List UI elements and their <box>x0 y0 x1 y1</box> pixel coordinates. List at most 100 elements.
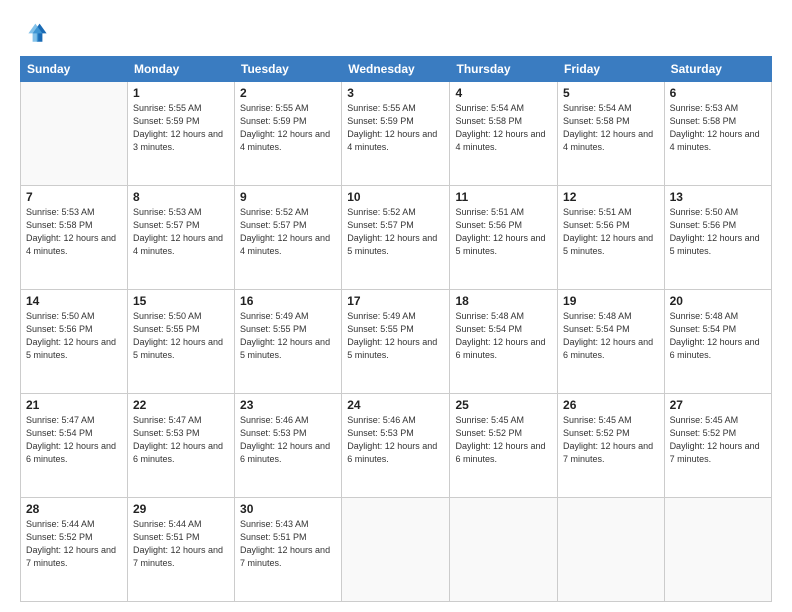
calendar: SundayMondayTuesdayWednesdayThursdayFrid… <box>20 56 772 602</box>
day-info: Sunrise: 5:51 AM Sunset: 5:56 PM Dayligh… <box>563 206 659 258</box>
day-info: Sunrise: 5:50 AM Sunset: 5:56 PM Dayligh… <box>670 206 766 258</box>
day-number: 15 <box>133 294 229 308</box>
day-number: 3 <box>347 86 444 100</box>
day-info: Sunrise: 5:47 AM Sunset: 5:54 PM Dayligh… <box>26 414 122 466</box>
day-number: 23 <box>240 398 336 412</box>
day-info: Sunrise: 5:50 AM Sunset: 5:56 PM Dayligh… <box>26 310 122 362</box>
day-info: Sunrise: 5:54 AM Sunset: 5:58 PM Dayligh… <box>563 102 659 154</box>
day-number: 4 <box>455 86 552 100</box>
logo-icon <box>20 18 48 46</box>
calendar-week-row: 7 Sunrise: 5:53 AM Sunset: 5:58 PM Daylig… <box>21 186 772 290</box>
col-header-sunday: Sunday <box>21 57 128 82</box>
col-header-wednesday: Wednesday <box>342 57 450 82</box>
calendar-cell: 17Sunrise: 5:49 AM Sunset: 5:55 PM Dayli… <box>342 290 450 394</box>
day-info: Sunrise: 5:53 AM Sunset: 5:57 PM Dayligh… <box>133 206 229 258</box>
calendar-week-row: 14 Sunrise: 5:50 AM Sunset: 5:56 PM Dayli… <box>21 290 772 394</box>
calendar-cell: 20Sunrise: 5:48 AM Sunset: 5:54 PM Dayli… <box>664 290 771 394</box>
day-info: Sunrise: 5:55 AM Sunset: 5:59 PM Dayligh… <box>347 102 444 154</box>
day-info: Sunrise: 5:50 AM Sunset: 5:55 PM Dayligh… <box>133 310 229 362</box>
day-info: Sunrise: 5:44 AM Sunset: 5:52 PM Dayligh… <box>26 518 122 570</box>
calendar-cell: 23 Sunrise: 5:46 AM Sunset: 5:53 PM Dayli… <box>235 394 342 498</box>
calendar-cell <box>450 498 558 602</box>
day-number: 11 <box>455 190 552 204</box>
day-info: Sunrise: 5:48 AM Sunset: 5:54 PM Dayligh… <box>455 310 552 362</box>
day-number: 22 <box>133 398 229 412</box>
day-number: 30 <box>240 502 336 516</box>
calendar-cell: 4Sunrise: 5:54 AM Sunset: 5:58 PM Daylig… <box>450 82 558 186</box>
calendar-week-row: 28 Sunrise: 5:44 AM Sunset: 5:52 PM Dayli… <box>21 498 772 602</box>
calendar-cell: 14 Sunrise: 5:50 AM Sunset: 5:56 PM Dayli… <box>21 290 128 394</box>
day-number: 13 <box>670 190 766 204</box>
day-number: 16 <box>240 294 336 308</box>
calendar-cell: 6 Sunrise: 5:53 AM Sunset: 5:58 PM Daylig… <box>664 82 771 186</box>
col-header-monday: Monday <box>127 57 234 82</box>
calendar-cell: 12 Sunrise: 5:51 AM Sunset: 5:56 PM Dayli… <box>558 186 665 290</box>
calendar-cell: 11 Sunrise: 5:51 AM Sunset: 5:56 PM Dayli… <box>450 186 558 290</box>
day-number: 27 <box>670 398 766 412</box>
col-header-tuesday: Tuesday <box>235 57 342 82</box>
day-number: 26 <box>563 398 659 412</box>
calendar-cell: 13 Sunrise: 5:50 AM Sunset: 5:56 PM Dayli… <box>664 186 771 290</box>
calendar-cell: 5 Sunrise: 5:54 AM Sunset: 5:58 PM Daylig… <box>558 82 665 186</box>
calendar-cell: 30 Sunrise: 5:43 AM Sunset: 5:51 PM Dayli… <box>235 498 342 602</box>
col-header-thursday: Thursday <box>450 57 558 82</box>
day-info: Sunrise: 5:45 AM Sunset: 5:52 PM Dayligh… <box>563 414 659 466</box>
page: SundayMondayTuesdayWednesdayThursdayFrid… <box>0 0 792 612</box>
day-info: Sunrise: 5:52 AM Sunset: 5:57 PM Dayligh… <box>240 206 336 258</box>
day-number: 29 <box>133 502 229 516</box>
calendar-cell: 22 Sunrise: 5:47 AM Sunset: 5:53 PM Dayli… <box>127 394 234 498</box>
day-number: 1 <box>133 86 229 100</box>
day-info: Sunrise: 5:53 AM Sunset: 5:58 PM Dayligh… <box>670 102 766 154</box>
day-info: Sunrise: 5:44 AM Sunset: 5:51 PM Dayligh… <box>133 518 229 570</box>
calendar-week-row: 1 Sunrise: 5:55 AM Sunset: 5:59 PM Daylig… <box>21 82 772 186</box>
day-number: 7 <box>26 190 122 204</box>
col-header-friday: Friday <box>558 57 665 82</box>
day-number: 28 <box>26 502 122 516</box>
calendar-cell <box>664 498 771 602</box>
day-info: Sunrise: 5:53 AM Sunset: 5:58 PM Dayligh… <box>26 206 122 258</box>
calendar-cell: 21 Sunrise: 5:47 AM Sunset: 5:54 PM Dayli… <box>21 394 128 498</box>
day-number: 9 <box>240 190 336 204</box>
calendar-cell: 28 Sunrise: 5:44 AM Sunset: 5:52 PM Dayli… <box>21 498 128 602</box>
day-info: Sunrise: 5:45 AM Sunset: 5:52 PM Dayligh… <box>455 414 552 466</box>
logo <box>20 18 52 46</box>
day-info: Sunrise: 5:43 AM Sunset: 5:51 PM Dayligh… <box>240 518 336 570</box>
day-number: 6 <box>670 86 766 100</box>
calendar-header-row: SundayMondayTuesdayWednesdayThursdayFrid… <box>21 57 772 82</box>
day-info: Sunrise: 5:47 AM Sunset: 5:53 PM Dayligh… <box>133 414 229 466</box>
day-info: Sunrise: 5:52 AM Sunset: 5:57 PM Dayligh… <box>347 206 444 258</box>
calendar-cell: 7 Sunrise: 5:53 AM Sunset: 5:58 PM Daylig… <box>21 186 128 290</box>
day-number: 5 <box>563 86 659 100</box>
calendar-cell: 24Sunrise: 5:46 AM Sunset: 5:53 PM Dayli… <box>342 394 450 498</box>
day-number: 8 <box>133 190 229 204</box>
day-number: 21 <box>26 398 122 412</box>
day-number: 17 <box>347 294 444 308</box>
calendar-cell: 19 Sunrise: 5:48 AM Sunset: 5:54 PM Dayli… <box>558 290 665 394</box>
day-info: Sunrise: 5:48 AM Sunset: 5:54 PM Dayligh… <box>563 310 659 362</box>
calendar-week-row: 21 Sunrise: 5:47 AM Sunset: 5:54 PM Dayli… <box>21 394 772 498</box>
day-number: 2 <box>240 86 336 100</box>
calendar-cell: 10Sunrise: 5:52 AM Sunset: 5:57 PM Dayli… <box>342 186 450 290</box>
calendar-cell: 18 Sunrise: 5:48 AM Sunset: 5:54 PM Dayli… <box>450 290 558 394</box>
day-number: 14 <box>26 294 122 308</box>
day-info: Sunrise: 5:45 AM Sunset: 5:52 PM Dayligh… <box>670 414 766 466</box>
calendar-cell: 15 Sunrise: 5:50 AM Sunset: 5:55 PM Dayli… <box>127 290 234 394</box>
day-number: 25 <box>455 398 552 412</box>
day-info: Sunrise: 5:48 AM Sunset: 5:54 PM Dayligh… <box>670 310 766 362</box>
day-info: Sunrise: 5:51 AM Sunset: 5:56 PM Dayligh… <box>455 206 552 258</box>
day-info: Sunrise: 5:46 AM Sunset: 5:53 PM Dayligh… <box>240 414 336 466</box>
day-number: 18 <box>455 294 552 308</box>
calendar-cell: 16Sunrise: 5:49 AM Sunset: 5:55 PM Dayli… <box>235 290 342 394</box>
calendar-cell: 25 Sunrise: 5:45 AM Sunset: 5:52 PM Dayli… <box>450 394 558 498</box>
day-number: 19 <box>563 294 659 308</box>
calendar-cell <box>342 498 450 602</box>
calendar-cell: 2 Sunrise: 5:55 AM Sunset: 5:59 PM Daylig… <box>235 82 342 186</box>
day-info: Sunrise: 5:46 AM Sunset: 5:53 PM Dayligh… <box>347 414 444 466</box>
day-number: 12 <box>563 190 659 204</box>
day-info: Sunrise: 5:55 AM Sunset: 5:59 PM Dayligh… <box>240 102 336 154</box>
calendar-cell: 9 Sunrise: 5:52 AM Sunset: 5:57 PM Daylig… <box>235 186 342 290</box>
calendar-cell: 29 Sunrise: 5:44 AM Sunset: 5:51 PM Dayli… <box>127 498 234 602</box>
calendar-cell: 26 Sunrise: 5:45 AM Sunset: 5:52 PM Dayli… <box>558 394 665 498</box>
col-header-saturday: Saturday <box>664 57 771 82</box>
calendar-cell: 3 Sunrise: 5:55 AM Sunset: 5:59 PM Daylig… <box>342 82 450 186</box>
